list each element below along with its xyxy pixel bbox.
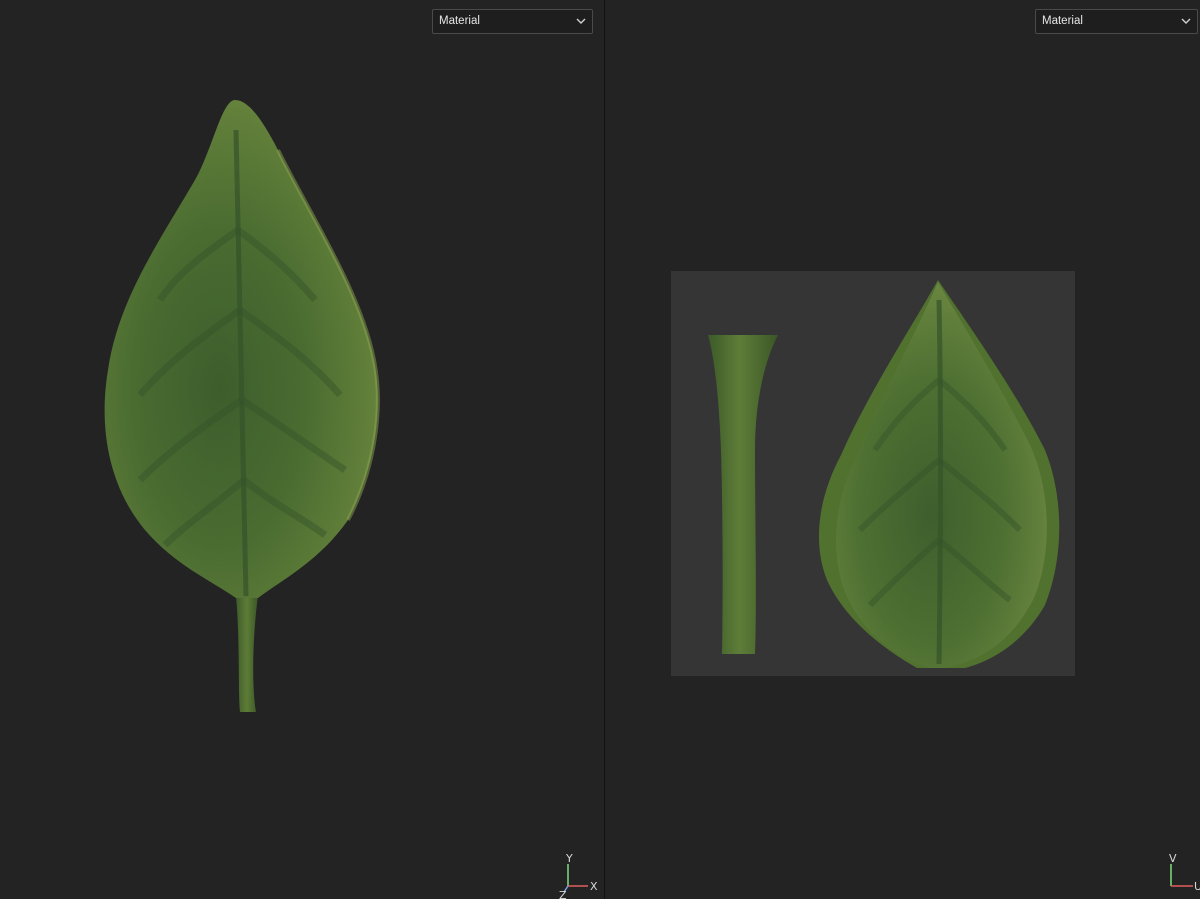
- chevron-down-icon: [576, 18, 586, 24]
- shading-mode-value: Material: [439, 15, 480, 27]
- chevron-down-icon: [1181, 18, 1191, 24]
- z-axis-label: Z: [559, 889, 567, 899]
- shading-mode-value-uv: Material: [1042, 15, 1083, 27]
- shading-mode-dropdown-uv[interactable]: Material: [1035, 9, 1198, 34]
- shading-mode-dropdown[interactable]: Material: [432, 9, 593, 34]
- axis-gizmo-xyz: Y X Z: [559, 852, 598, 899]
- uv-layout: [671, 271, 1075, 676]
- axis-gizmo-uv: V U: [1169, 852, 1200, 893]
- x-axis-label: X: [590, 880, 598, 893]
- 3d-viewport[interactable]: Material Y X Z: [0, 0, 604, 899]
- u-axis-label: U: [1194, 880, 1200, 893]
- material-preview-app: Material Y X Z Material V U: [0, 0, 1200, 899]
- leaf-3d-model: [104, 100, 380, 712]
- leaf-stem: [236, 596, 258, 712]
- uv-viewport[interactable]: Material V U: [605, 0, 1200, 899]
- y-axis-label: Y: [565, 852, 573, 865]
- uv-leaf-midrib: [936, 299, 943, 665]
- v-axis-label: V: [1169, 852, 1177, 865]
